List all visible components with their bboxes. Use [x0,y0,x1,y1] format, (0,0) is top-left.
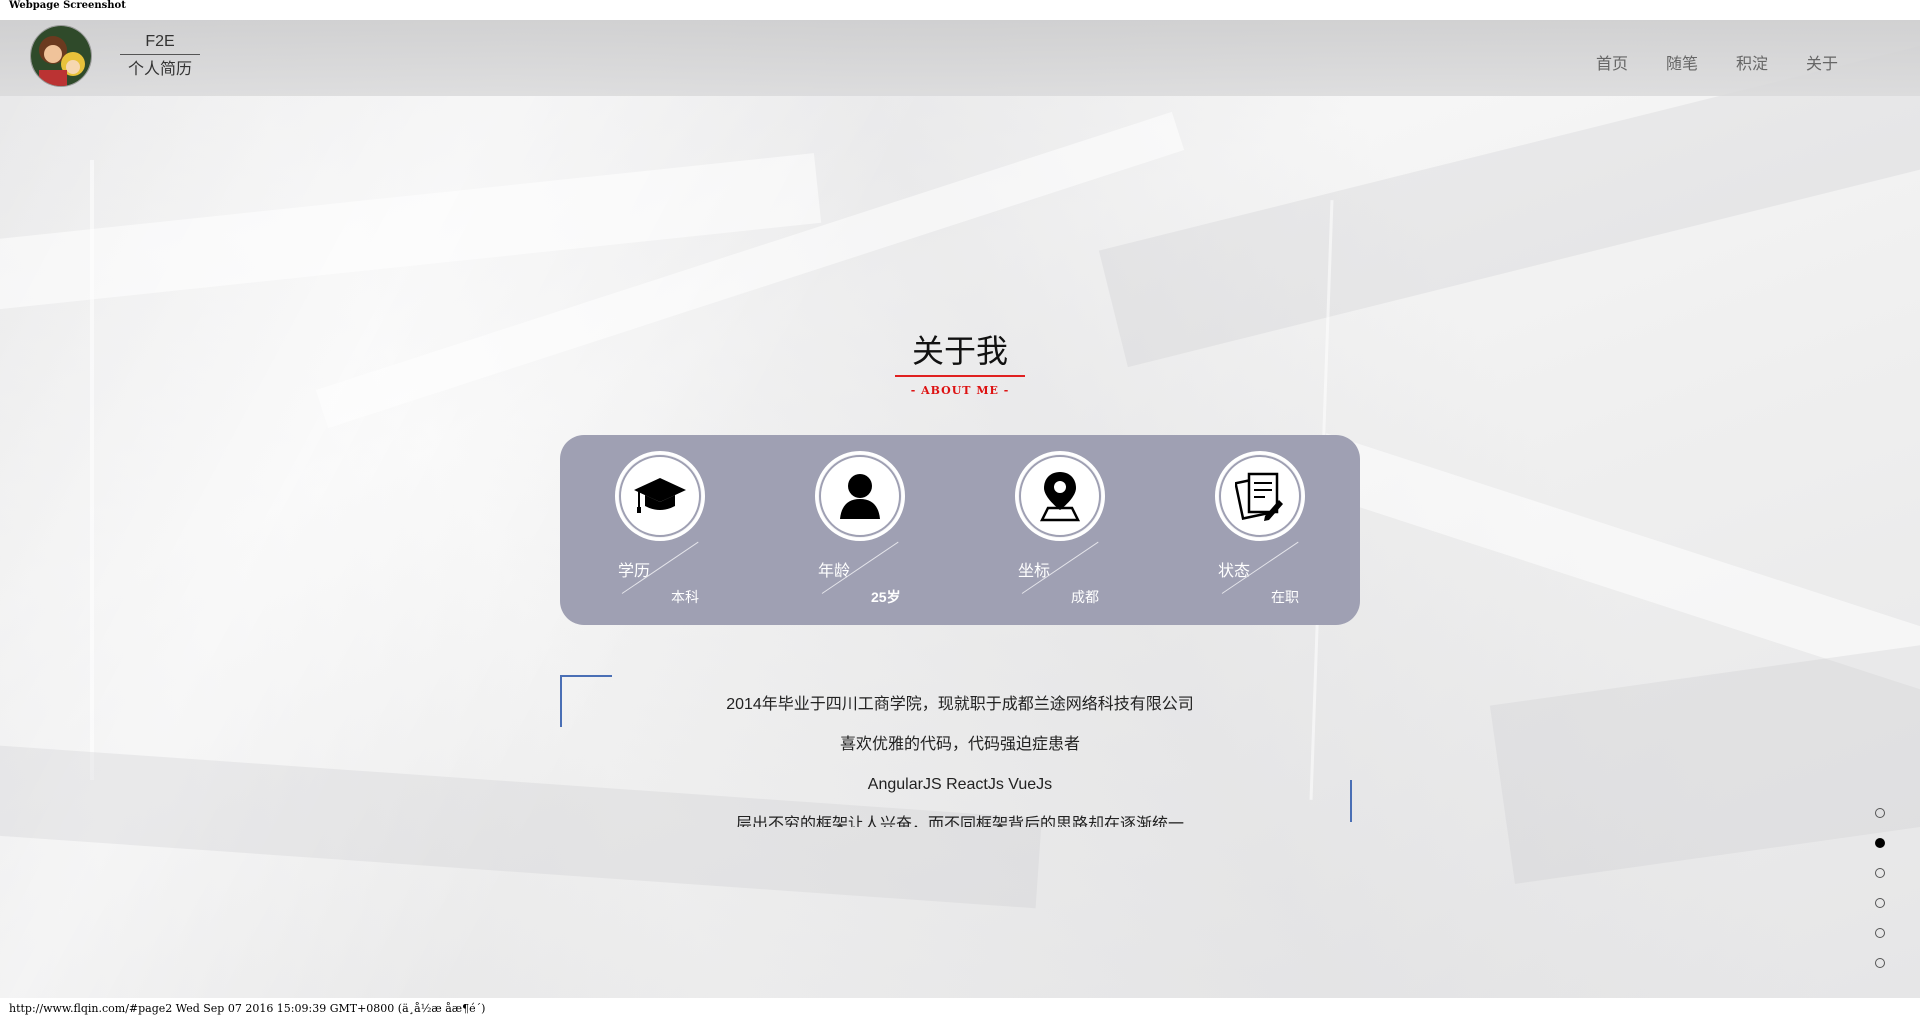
document-edit-icon [1235,472,1283,521]
info-icon-circle [1015,451,1105,541]
map-pin-icon [1039,472,1081,522]
section-title: 关于我 [911,332,1008,370]
main-nav: 首页 随笔 积淀 关于 [1596,50,1838,74]
info-item-status: 状态 在职 [1160,435,1360,625]
nav-archive[interactable]: 积淀 [1736,50,1768,74]
brand-subtitle: 个人简历 [127,61,192,78]
intro-line: 层出不穷的框架让人兴奋，而不同框架背后的思路却在逐渐统一 [735,816,1184,827]
title-underline [895,375,1025,377]
intro-line: 喜欢优雅的代码，代码强迫症患者 [839,736,1080,753]
pager-dot-active[interactable] [1875,838,1885,848]
print-footer-url: http://www.flqin.com/#page2 Wed Sep 07 2… [9,1002,486,1015]
avatar[interactable] [30,25,92,87]
pager-dot[interactable] [1875,928,1885,938]
pager-dot[interactable] [1875,868,1885,878]
profile-info-card: 学历 本科 年龄 25岁 坐标 成都 状态 在职 [560,435,1360,625]
pager-dot[interactable] [1875,898,1885,908]
info-value: 25岁 [871,589,901,605]
section-subtitle: - ABOUT ME - [910,384,1010,397]
page-pager [1875,808,1887,988]
graduation-cap-icon [634,478,686,513]
info-item-age: 年龄 25岁 [760,435,960,625]
pager-dot[interactable] [1875,808,1885,818]
page-canvas: F2E 个人简历 首页 随笔 积淀 关于 关于我 - ABOUT ME - 学历… [0,20,1920,998]
info-value: 成都 [1071,589,1099,605]
intro-line: AngularJS ReactJs VueJs [867,776,1053,793]
info-icon-circle [815,451,905,541]
corner-bracket-bottom-right [1350,780,1352,822]
info-value: 本科 [671,589,699,605]
bg-shard [1489,636,1920,884]
person-icon [840,474,880,519]
brand-block: F2E 个人简历 [120,30,200,83]
info-value: 在职 [1271,589,1299,605]
top-nav-bar: F2E 个人简历 首页 随笔 积淀 关于 [0,20,1920,96]
info-icon-circle [615,451,705,541]
pager-dot[interactable] [1875,958,1885,968]
nav-essays[interactable]: 随笔 [1666,50,1698,74]
intro-line: 2014年毕业于四川工商学院，现就职于成都兰途网络科技有限公司 [726,696,1194,713]
nav-home[interactable]: 首页 [1596,50,1628,74]
info-item-education: 学历 本科 [560,435,760,625]
intro-text-block: 2014年毕业于四川工商学院，现就职于成都兰途网络科技有限公司 喜欢优雅的代码，… [560,685,1360,827]
info-icon-circle [1215,451,1305,541]
info-item-location: 坐标 成都 [960,435,1160,625]
print-header-title: Webpage Screenshot [9,0,126,11]
brand-title: F2E [120,30,200,55]
nav-about[interactable]: 关于 [1806,50,1838,74]
